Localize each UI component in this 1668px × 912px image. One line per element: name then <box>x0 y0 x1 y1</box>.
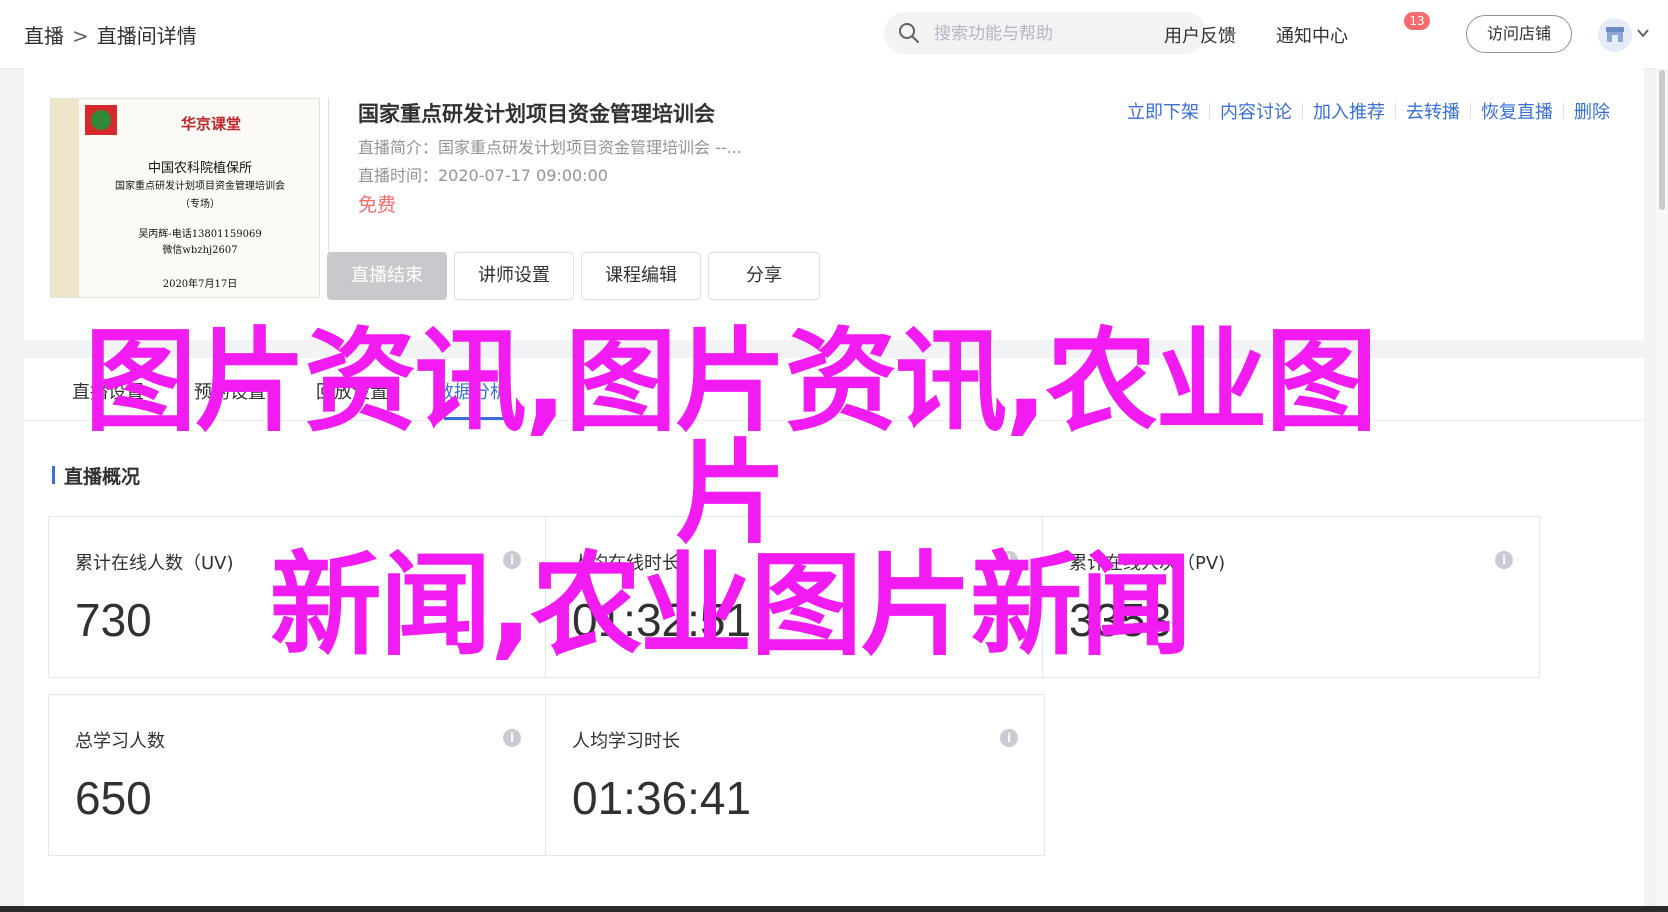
course-summary: 直播简介：国家重点研发计划项目资金管理培训会 --... <box>358 138 742 157</box>
lecturer-settings-button[interactable]: 讲师设置 <box>454 252 574 300</box>
course-cover-image: 华京课堂 中国农科院植保所 国家重点研发计划项目资金管理培训会 （专场） 吴丙辉… <box>50 98 320 298</box>
scrollbar[interactable] <box>1656 68 1668 912</box>
share-button[interactable]: 分享 <box>708 252 820 300</box>
course-edit-button[interactable]: 课程编辑 <box>581 252 701 300</box>
breadcrumb-current: 直播间详情 <box>96 24 197 48</box>
course-card: 华京课堂 中国农科院植保所 国家重点研发计划项目资金管理培训会 （专场） 吴丙辉… <box>24 68 1644 340</box>
visit-store-button[interactable]: 访问店铺 <box>1466 15 1572 53</box>
watermark-line-1: 图片资讯,图片资讯,农业图片 <box>84 317 1377 559</box>
top-bar: 直播 > 直播间详情 用户反馈 通知中心 13 访问店铺 <box>0 0 1668 69</box>
cover-kind: （专场） <box>180 199 220 210</box>
info-icon[interactable]: i <box>503 729 521 747</box>
watermark-overlay: 图片资讯,图片资讯,农业图片 新闻,农业图片新闻 <box>30 326 1430 662</box>
relay-link[interactable]: 去转播 <box>1406 98 1460 124</box>
stat-card: 总学习人数 i 650 <box>48 694 548 856</box>
search-icon <box>899 23 919 43</box>
info-icon[interactable]: i <box>1000 729 1018 747</box>
cover-decoration <box>51 99 79 297</box>
breadcrumb-live[interactable]: 直播 <box>24 24 64 48</box>
watermark-line-2: 新闻,农业图片新闻 <box>269 541 1193 671</box>
stat-value: 650 <box>75 772 152 824</box>
stat-label: 总学习人数 <box>75 731 165 752</box>
content-discussion-link[interactable]: 内容讨论 <box>1220 98 1292 124</box>
cover-date: 2020年7月17日 <box>162 279 238 290</box>
breadcrumb: 直播 > 直播间详情 <box>24 20 197 49</box>
notification-count-badge: 13 <box>1404 12 1430 30</box>
cover-contact-wechat: 微信wbzhj2607 <box>162 245 238 256</box>
course-price: 免费 <box>358 194 397 216</box>
live-ended-button[interactable]: 直播结束 <box>327 252 447 300</box>
cover-contact-phone: 吴丙辉-电话13801159069 <box>138 229 262 240</box>
search-box[interactable] <box>884 12 1206 54</box>
stat-label: 人均学习时长 <box>572 731 680 752</box>
chevron-down-icon[interactable] <box>1636 26 1650 40</box>
search-input[interactable] <box>932 18 1186 50</box>
store-icon <box>1606 27 1624 42</box>
delete-link[interactable]: 删除 <box>1574 98 1610 124</box>
stat-card: 人均学习时长 i 01:36:41 <box>545 694 1045 856</box>
breadcrumb-separator: > <box>72 24 89 48</box>
window-bottom-edge <box>0 906 1668 912</box>
feedback-link[interactable]: 用户反馈 <box>1164 22 1236 48</box>
shop-avatar[interactable] <box>1598 18 1632 52</box>
course-time: 直播时间：2020-07-17 09:00:00 <box>358 166 608 185</box>
scrollbar-thumb[interactable] <box>1659 70 1665 210</box>
cover-brand: 华京课堂 <box>180 115 241 133</box>
add-recommend-link[interactable]: 加入推荐 <box>1313 98 1385 124</box>
info-icon[interactable]: i <box>1495 551 1513 569</box>
course-actions: 立即下架 内容讨论 加入推荐 去转播 恢复直播 删除 <box>1127 98 1610 124</box>
stat-value: 01:36:41 <box>572 772 752 824</box>
course-title: 国家重点研发计划项目资金管理培训会 <box>358 102 715 126</box>
cover-org: 中国农科院植保所 <box>147 161 252 176</box>
notification-center-link[interactable]: 通知中心 <box>1276 22 1348 48</box>
cover-topic: 国家重点研发计划项目资金管理培训会 <box>115 181 285 192</box>
take-down-link[interactable]: 立即下架 <box>1127 98 1199 124</box>
resume-live-link[interactable]: 恢复直播 <box>1481 98 1553 124</box>
